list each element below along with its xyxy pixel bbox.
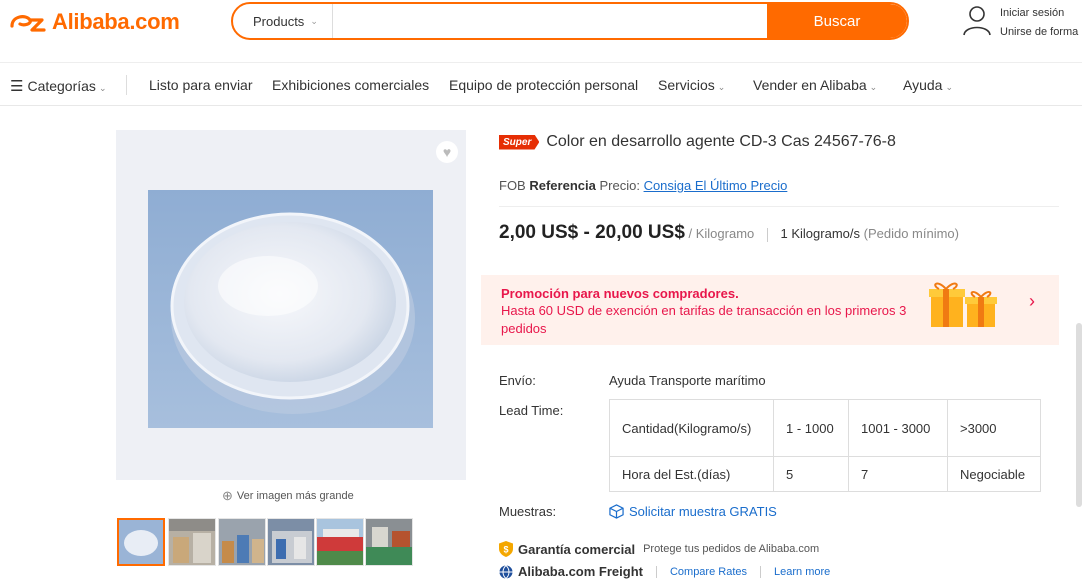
learn-more-link[interactable]: Learn more	[774, 566, 830, 578]
chevron-down-icon: ⌄	[310, 15, 318, 26]
globe-icon	[499, 564, 513, 579]
heart-icon[interactable]: ♥	[436, 141, 458, 163]
fob-mid: Precio:	[599, 178, 640, 193]
menu-list-icon: ☰	[10, 78, 24, 95]
nav-item-trade-shows[interactable]: Exhibiciones comerciales	[272, 77, 429, 93]
chevron-down-icon: ⌄	[945, 82, 953, 92]
price-divider	[766, 227, 768, 242]
search-bar: Products ⌄ Buscar	[231, 2, 909, 40]
request-sample-link[interactable]: Solicitar muestra GRATIS	[609, 504, 777, 519]
svg-text:$: $	[503, 545, 508, 555]
scrollbar[interactable]	[1076, 323, 1082, 507]
table-cell: 1001 - 3000	[848, 399, 948, 457]
min-order-note: (Pedido mínimo)	[863, 226, 959, 241]
samples-label: Muestras:	[499, 504, 557, 519]
chevron-down-icon: ⌄	[98, 83, 107, 93]
compare-rates-link[interactable]: Compare Rates	[670, 566, 747, 578]
divider	[499, 206, 1059, 207]
thumbnail-4[interactable]	[267, 518, 315, 566]
chevron-right-icon[interactable]: ›	[1029, 291, 1035, 312]
logo-text: Alibaba.com	[52, 9, 180, 34]
shield-icon: $	[499, 541, 513, 557]
freight-title: Alibaba.com Freight	[518, 564, 643, 579]
price-row: 2,00 US$ - 20,00 US$ / Kilogramo 1 Kilog…	[499, 222, 959, 244]
table-cell: Hora del Est.(días)	[609, 456, 774, 492]
product-main-image[interactable]	[116, 130, 466, 480]
request-sample-label: Solicitar muestra GRATIS	[629, 504, 777, 519]
promo-title: Promoción para nuevos compradores.	[501, 286, 739, 301]
product-title-row: Super Color en desarrollo agente CD-3 Ca…	[499, 133, 896, 151]
trade-assurance-title: Garantía comercial	[518, 541, 636, 557]
user-icon	[963, 6, 991, 36]
trade-assurance[interactable]: $ Garantía comercial Protege tus pedidos…	[499, 541, 819, 557]
search-scope-dropdown[interactable]: Products ⌄	[233, 4, 333, 38]
product-title: Color en desarrollo agente CD-3 Cas 2456…	[546, 133, 896, 150]
shipping-value: Ayuda Transporte marítimo	[609, 373, 766, 388]
main-nav: ☰ Categorías ⌄ Listo para enviar Exhibicio…	[0, 62, 1082, 106]
zoom-in-icon: ⊕	[222, 488, 233, 503]
thumbnail-3[interactable]	[218, 518, 266, 566]
promo-text: Hasta 60 USD de exención en tarifas de t…	[501, 303, 907, 336]
price-unit: / Kilogramo	[688, 226, 755, 241]
view-larger-label: Ver imagen más grande	[236, 490, 354, 502]
thumbnail-2[interactable]	[168, 518, 216, 566]
get-latest-price-link[interactable]: Consiga El Último Precio	[644, 178, 788, 193]
nav-item-services-label: Servicios	[658, 77, 715, 93]
thumbnail-5[interactable]	[316, 518, 364, 566]
search-input[interactable]	[333, 4, 767, 38]
nav-item-ppe[interactable]: Equipo de protección personal	[449, 77, 638, 93]
product-photo	[148, 190, 433, 428]
alibaba-logo[interactable]: Alibaba.com	[8, 6, 180, 38]
chevron-down-icon: ⌄	[869, 82, 878, 92]
table-cell: Cantidad(Kilogramo/s)	[609, 399, 774, 457]
gift-icon	[929, 282, 997, 327]
shipping-label: Envío:	[499, 373, 536, 388]
table-row: Hora del Est.(días) 5 7 Negociable	[609, 456, 1041, 492]
account-menu[interactable]: Iniciar sesión Unirse de forma	[962, 4, 1078, 42]
nav-categories-label: Categorías	[27, 78, 96, 94]
new-buyer-promo[interactable]: Promoción para nuevos compradores. Hasta…	[481, 275, 1059, 345]
table-cell: 1 - 1000	[773, 399, 849, 457]
nav-item-ready-to-ship[interactable]: Listo para enviar	[149, 77, 253, 93]
table-row: Cantidad(Kilogramo/s) 1 - 1000 1001 - 30…	[609, 399, 1041, 457]
table-cell: 7	[848, 456, 948, 492]
fob-bold: Referencia	[529, 178, 596, 193]
fob-prefix: FOB	[499, 178, 526, 193]
divider	[760, 565, 762, 578]
nav-item-help-label: Ayuda	[903, 77, 943, 93]
super-badge: Super	[499, 134, 540, 150]
thumbnail-6[interactable]	[365, 518, 413, 566]
nav-categories[interactable]: ☰ Categorías ⌄	[10, 77, 106, 95]
nav-item-sell-label: Vender en Alibaba	[753, 77, 867, 93]
table-cell: Negociable	[947, 456, 1041, 492]
alibaba-logo-icon	[10, 15, 46, 32]
cube-icon	[609, 504, 624, 519]
search-scope-label: Products	[253, 13, 305, 29]
trade-assurance-text: Protege tus pedidos de Alibaba.com	[643, 543, 820, 555]
nav-item-sell[interactable]: Vender en Alibaba ⌄	[753, 77, 877, 93]
search-button[interactable]: Buscar	[767, 4, 907, 38]
min-order-qty: 1 Kilogramo/s	[780, 226, 860, 241]
divider	[655, 565, 657, 578]
fob-price-line: FOB Referencia Precio: Consiga El Último…	[499, 178, 787, 193]
table-cell: 5	[773, 456, 849, 492]
join-link[interactable]: Unirse de forma	[1000, 23, 1078, 42]
table-cell: >3000	[947, 399, 1041, 457]
sign-in-link[interactable]: Iniciar sesión	[1000, 4, 1078, 23]
thumbnail-1[interactable]	[117, 518, 165, 566]
lead-time-label: Lead Time:	[499, 403, 564, 418]
price-range: 2,00 US$ - 20,00 US$	[499, 222, 685, 243]
nav-item-services[interactable]: Servicios ⌄	[658, 77, 725, 93]
chevron-down-icon: ⌄	[717, 82, 726, 92]
nav-item-help[interactable]: Ayuda ⌄	[903, 77, 953, 93]
alibaba-freight: Alibaba.com Freight Compare Rates Learn …	[499, 564, 830, 579]
nav-divider	[126, 75, 127, 95]
view-larger-image[interactable]: ⊕ Ver imagen más grande	[222, 488, 354, 504]
lead-time-table: Cantidad(Kilogramo/s) 1 - 1000 1001 - 30…	[609, 399, 1041, 492]
